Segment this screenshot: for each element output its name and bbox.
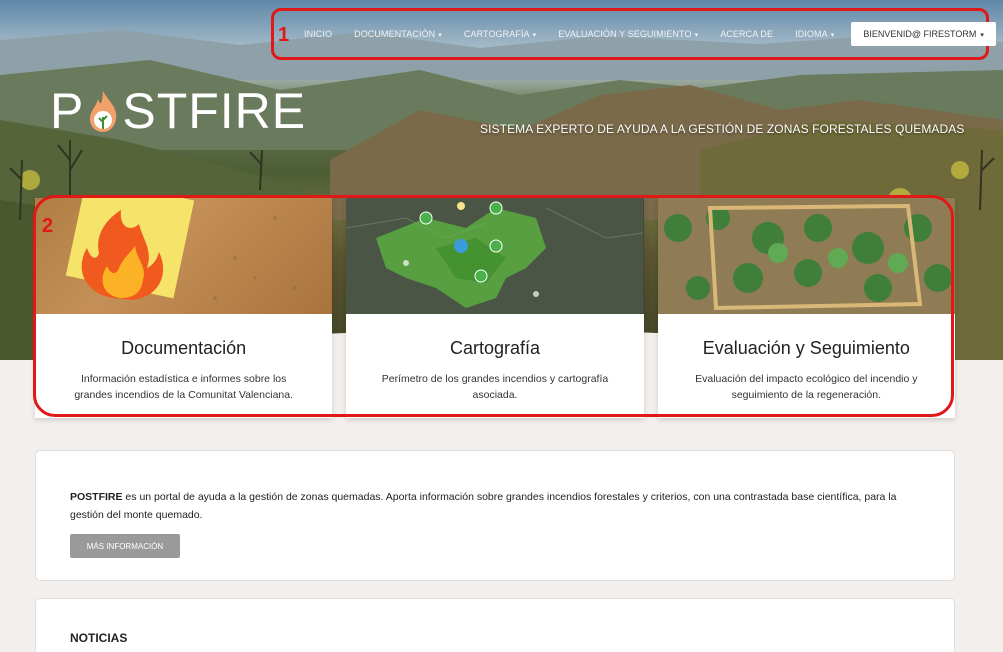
caret-down-icon: ▾ — [830, 32, 835, 39]
nav-item-evaluacion[interactable]: EVALUACIÓN Y SEGUIMIENTO ▾ — [547, 29, 709, 39]
postfire-logo[interactable]: P STFIRE — [50, 82, 306, 140]
nav-item-documentacion[interactable]: DOCUMENTACIÓN ▾ — [343, 29, 453, 39]
site-tagline: SISTEMA EXPERTO DE AYUDA A LA GESTIÓN DE… — [480, 122, 965, 136]
flame-logo-icon — [86, 87, 120, 132]
annotation-number-1: 1 — [278, 24, 290, 46]
about-text: POSTFIRE es un portal de ayuda a la gest… — [70, 491, 897, 521]
nav-item-cartografia[interactable]: CARTOGRAFÍA ▾ — [453, 29, 547, 39]
news-panel: NOTICIAS — [35, 598, 955, 652]
more-info-button[interactable]: MÁS INFORMACIÓN — [70, 534, 180, 558]
nav-item-acerca-de[interactable]: ACERCA DE — [709, 29, 784, 39]
news-title: NOTICIAS — [70, 631, 128, 645]
nav-item-inicio[interactable]: INICIO — [293, 29, 343, 39]
about-panel: POSTFIRE es un portal de ayuda a la gest… — [35, 450, 955, 581]
nav-item-idioma[interactable]: IDIOMA ▾ — [784, 29, 845, 39]
caret-down-icon: ▾ — [438, 32, 442, 39]
user-menu-button[interactable]: BIENVENID@ FIRESTORM ▾ — [851, 22, 996, 46]
caret-down-icon: ▾ — [532, 32, 537, 39]
caret-down-icon: ▾ — [980, 32, 984, 39]
main-navbar: INICIO DOCUMENTACIÓN ▾ CARTOGRAFÍA ▾ EVALU… — [293, 18, 996, 50]
annotation-number-2: 2 — [42, 215, 54, 237]
annotation-box-cards — [33, 195, 954, 417]
caret-down-icon: ▾ — [694, 32, 699, 39]
